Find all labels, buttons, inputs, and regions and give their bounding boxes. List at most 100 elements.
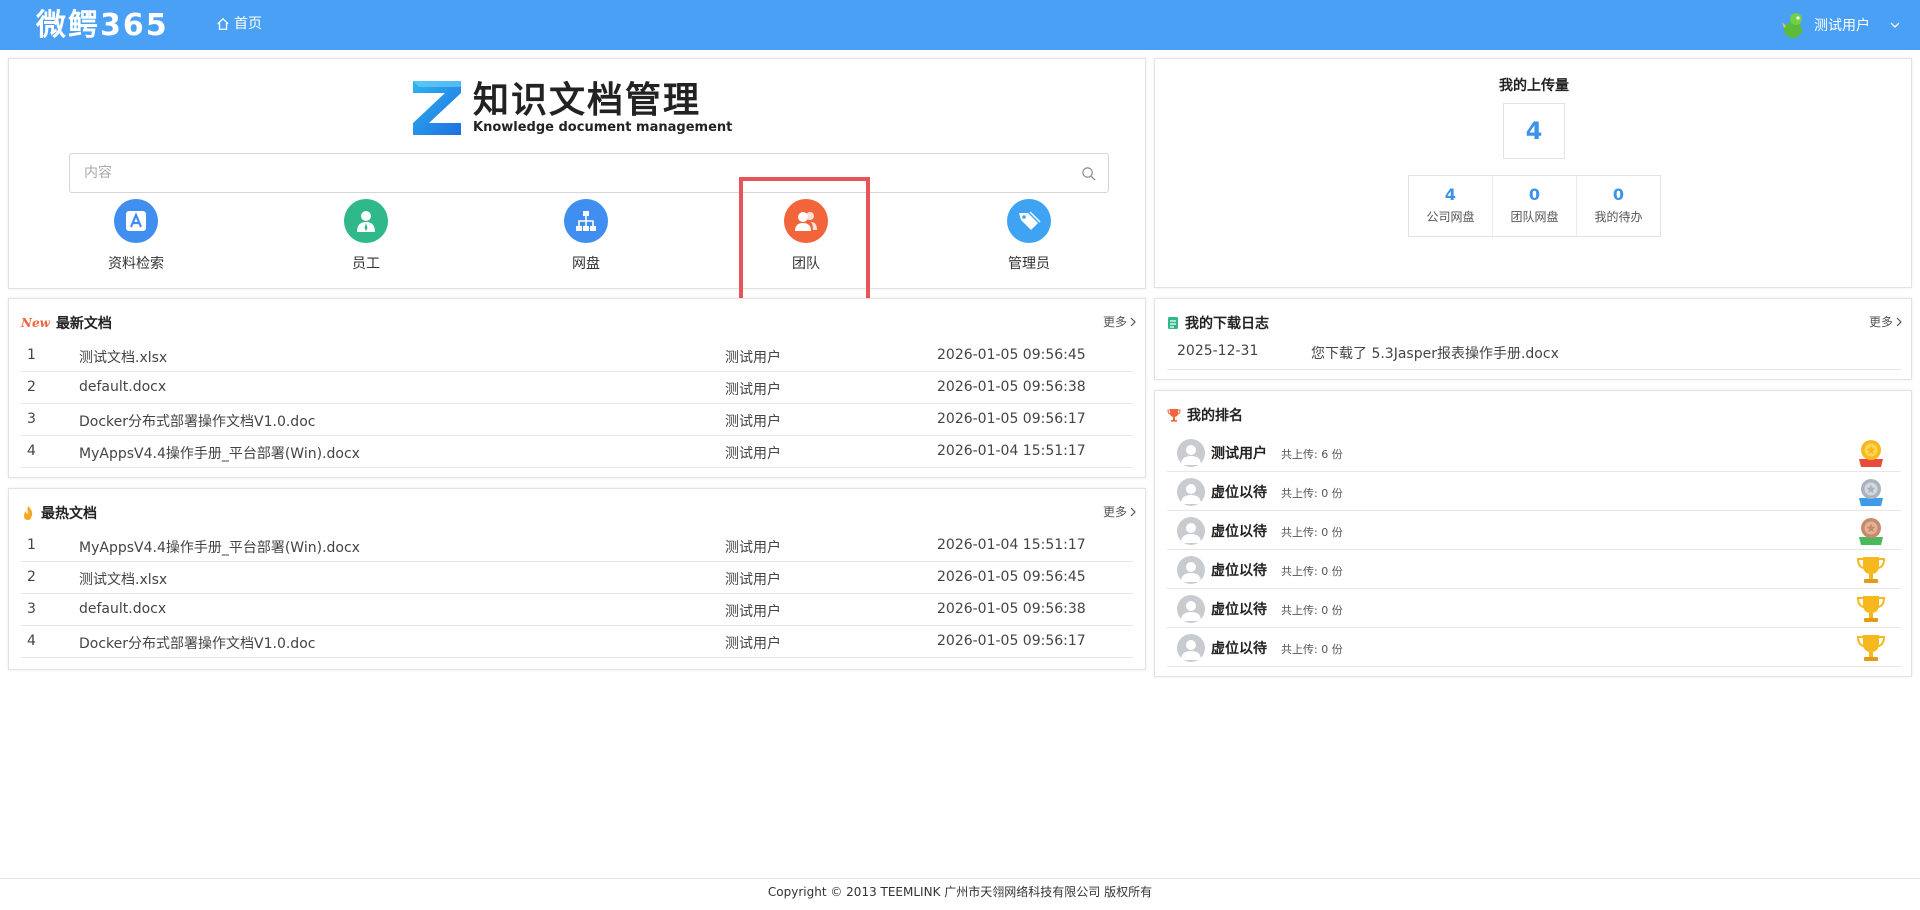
- employee-icon: [344, 199, 388, 243]
- table-row[interactable]: 4 MyAppsV4.4操作手册_平台部署(Win).docx 测试用户 202…: [21, 436, 1133, 468]
- doc-name-link[interactable]: 测试文档.xlsx: [79, 347, 167, 367]
- doc-time: 2026-01-05 09:56:17: [937, 633, 1086, 649]
- table-row[interactable]: 3 Docker分布式部署操作文档V1.0.doc 测试用户 2026-01-0…: [21, 404, 1133, 436]
- ranking-title: 我的排名: [1187, 408, 1243, 424]
- list-item: 虚位以待 共上传: 0 份: [1167, 628, 1901, 667]
- latest-docs-panel: New 最新文档 更多 1 测试文档.xlsx 测试用户 2026-01-05 …: [8, 298, 1146, 478]
- search-input[interactable]: [70, 154, 1070, 192]
- doc-uploader: 测试用户: [725, 414, 781, 430]
- list-item: 虚位以待 共上传: 0 份: [1167, 589, 1901, 628]
- avatar: [1177, 439, 1205, 467]
- download-log-header: 我的下载日志: [1167, 313, 1269, 333]
- latest-docs-table: 1 测试文档.xlsx 测试用户 2026-01-05 09:56:45 2 d…: [21, 340, 1133, 468]
- download-log-more-link[interactable]: 更多: [1869, 313, 1903, 330]
- upload-stats: 4 公司网盘 0 团队网盘 0 我的待办: [1408, 175, 1661, 237]
- latest-docs-more-link[interactable]: 更多: [1103, 313, 1137, 330]
- row-index: 3: [27, 411, 36, 427]
- rank-user-name: 虚位以待: [1211, 563, 1267, 579]
- km-logo: 知识文档管理 Knowledge document management: [409, 77, 732, 139]
- doc-name-link[interactable]: 测试文档.xlsx: [79, 569, 167, 589]
- trophy-icon: [1856, 635, 1886, 661]
- download-log-panel: 我的下载日志 更多 2025-12-31 您下载了 5.3Jasper报表操作手…: [1154, 298, 1912, 380]
- admin-icon: [1007, 199, 1051, 243]
- footer: Copyright © 2013 TEEMLINK 广州市天翎网络科技有限公司 …: [0, 878, 1920, 910]
- doc-time: 2026-01-04 15:51:17: [937, 443, 1086, 459]
- doc-name-link[interactable]: Docker分布式部署操作文档V1.0.doc: [79, 633, 315, 653]
- rank-upload-count: 共上传: 0 份: [1281, 526, 1343, 539]
- download-log-title: 我的下载日志: [1185, 316, 1269, 332]
- brand-logo[interactable]: 微鳄365: [36, 6, 169, 46]
- stat-my-todo[interactable]: 0 我的待办: [1577, 176, 1660, 236]
- doc-name-link[interactable]: MyAppsV4.4操作手册_平台部署(Win).docx: [79, 537, 360, 557]
- retrieval-icon: [114, 199, 158, 243]
- ranking-header: 我的排名: [1167, 405, 1243, 425]
- fire-icon: [24, 506, 33, 520]
- upload-title: 我的上传量: [1499, 78, 1569, 94]
- list-item: 虚位以待 共上传: 0 份: [1167, 511, 1901, 550]
- ranking-panel: 我的排名 测试用户 共上传: 6 份 虚位以待 共上传: 0 份 虚位以待 共上…: [1154, 390, 1912, 677]
- doc-name-link[interactable]: Docker分布式部署操作文档V1.0.doc: [79, 411, 315, 431]
- search-icon[interactable]: [1081, 166, 1096, 181]
- row-index: 3: [27, 601, 36, 617]
- quick-link-retrieval[interactable]: 资料检索: [76, 199, 196, 273]
- avatar: [1177, 556, 1205, 584]
- rank-user-name: 虚位以待: [1211, 485, 1267, 501]
- list-item: 虚位以待 共上传: 0 份: [1167, 472, 1901, 511]
- list-item[interactable]: 2025-12-31 您下载了 5.3Jasper报表操作手册.docx: [1167, 338, 1901, 370]
- quick-link-admin[interactable]: 管理员: [969, 199, 1089, 273]
- table-row[interactable]: 4 Docker分布式部署操作文档V1.0.doc 测试用户 2026-01-0…: [21, 626, 1133, 658]
- nav-home-label: 首页: [234, 16, 262, 32]
- doc-time: 2026-01-05 09:56:38: [937, 379, 1086, 395]
- quick-link-network-disk[interactable]: 网盘: [526, 199, 646, 273]
- row-index: 2: [27, 569, 36, 585]
- table-row[interactable]: 1 MyAppsV4.4操作手册_平台部署(Win).docx 测试用户 202…: [21, 530, 1133, 562]
- doc-time: 2026-01-05 09:56:45: [937, 569, 1086, 585]
- doc-uploader: 测试用户: [725, 604, 781, 620]
- doc-name-link[interactable]: default.docx: [79, 379, 166, 395]
- stat-value: 0: [1528, 185, 1541, 204]
- search-box: [69, 153, 1109, 193]
- z-logo-icon: [413, 81, 461, 135]
- rank-upload-count: 共上传: 0 份: [1281, 604, 1343, 617]
- quick-link-employee[interactable]: 员工: [306, 199, 426, 273]
- log-icon: [1168, 317, 1178, 329]
- doc-uploader: 测试用户: [725, 382, 781, 398]
- doc-time: 2026-01-05 09:56:38: [937, 601, 1086, 617]
- hot-docs-header: 最热文档: [21, 503, 97, 523]
- trophy-icon: [1856, 557, 1886, 583]
- quick-link-label: 资料检索: [108, 256, 164, 272]
- rank-upload-count: 共上传: 0 份: [1281, 487, 1343, 500]
- rank-upload-count: 共上传: 0 份: [1281, 643, 1343, 656]
- table-row[interactable]: 2 测试文档.xlsx 测试用户 2026-01-05 09:56:45: [21, 562, 1133, 594]
- stat-label: 公司网盘: [1426, 210, 1475, 224]
- rank-upload-count: 共上传: 0 份: [1281, 565, 1343, 578]
- stat-team-disk[interactable]: 0 团队网盘: [1493, 176, 1577, 236]
- stat-label: 我的待办: [1594, 210, 1643, 224]
- latest-docs-title: 最新文档: [55, 316, 112, 332]
- hot-docs-more-link[interactable]: 更多: [1103, 503, 1137, 520]
- bronze-medal-icon: [1859, 518, 1883, 545]
- user-menu[interactable]: 测试用户: [1778, 10, 1900, 40]
- avatar: [1177, 595, 1205, 623]
- chevron-right-icon: [1896, 317, 1902, 326]
- home-icon: [217, 17, 229, 30]
- top-bar: 微鳄365 首页 测试用户: [0, 0, 1920, 50]
- doc-name-link[interactable]: MyAppsV4.4操作手册_平台部署(Win).docx: [79, 443, 360, 463]
- table-row[interactable]: 2 default.docx 测试用户 2026-01-05 09:56:38: [21, 372, 1133, 404]
- quick-link-label: 网盘: [572, 256, 600, 272]
- network-disk-icon: [564, 199, 608, 243]
- chevron-down-icon: [1890, 22, 1900, 28]
- more-label: 更多: [1102, 315, 1127, 329]
- table-row[interactable]: 1 测试文档.xlsx 测试用户 2026-01-05 09:56:45: [21, 340, 1133, 372]
- table-row[interactable]: 3 default.docx 测试用户 2026-01-05 09:56:38: [21, 594, 1133, 626]
- avatar: [1177, 478, 1205, 506]
- list-item: 测试用户 共上传: 6 份: [1167, 433, 1901, 472]
- doc-time: 2026-01-04 15:51:17: [937, 537, 1086, 553]
- search-panel: 知识文档管理 Knowledge document management 资料检…: [8, 58, 1146, 289]
- doc-name-link[interactable]: default.docx: [79, 601, 166, 617]
- row-index: 2: [27, 379, 36, 395]
- stat-company-disk[interactable]: 4 公司网盘: [1409, 176, 1493, 236]
- row-index: 1: [27, 537, 36, 553]
- nav-home-link[interactable]: 首页: [216, 14, 262, 34]
- doc-uploader: 测试用户: [725, 636, 781, 652]
